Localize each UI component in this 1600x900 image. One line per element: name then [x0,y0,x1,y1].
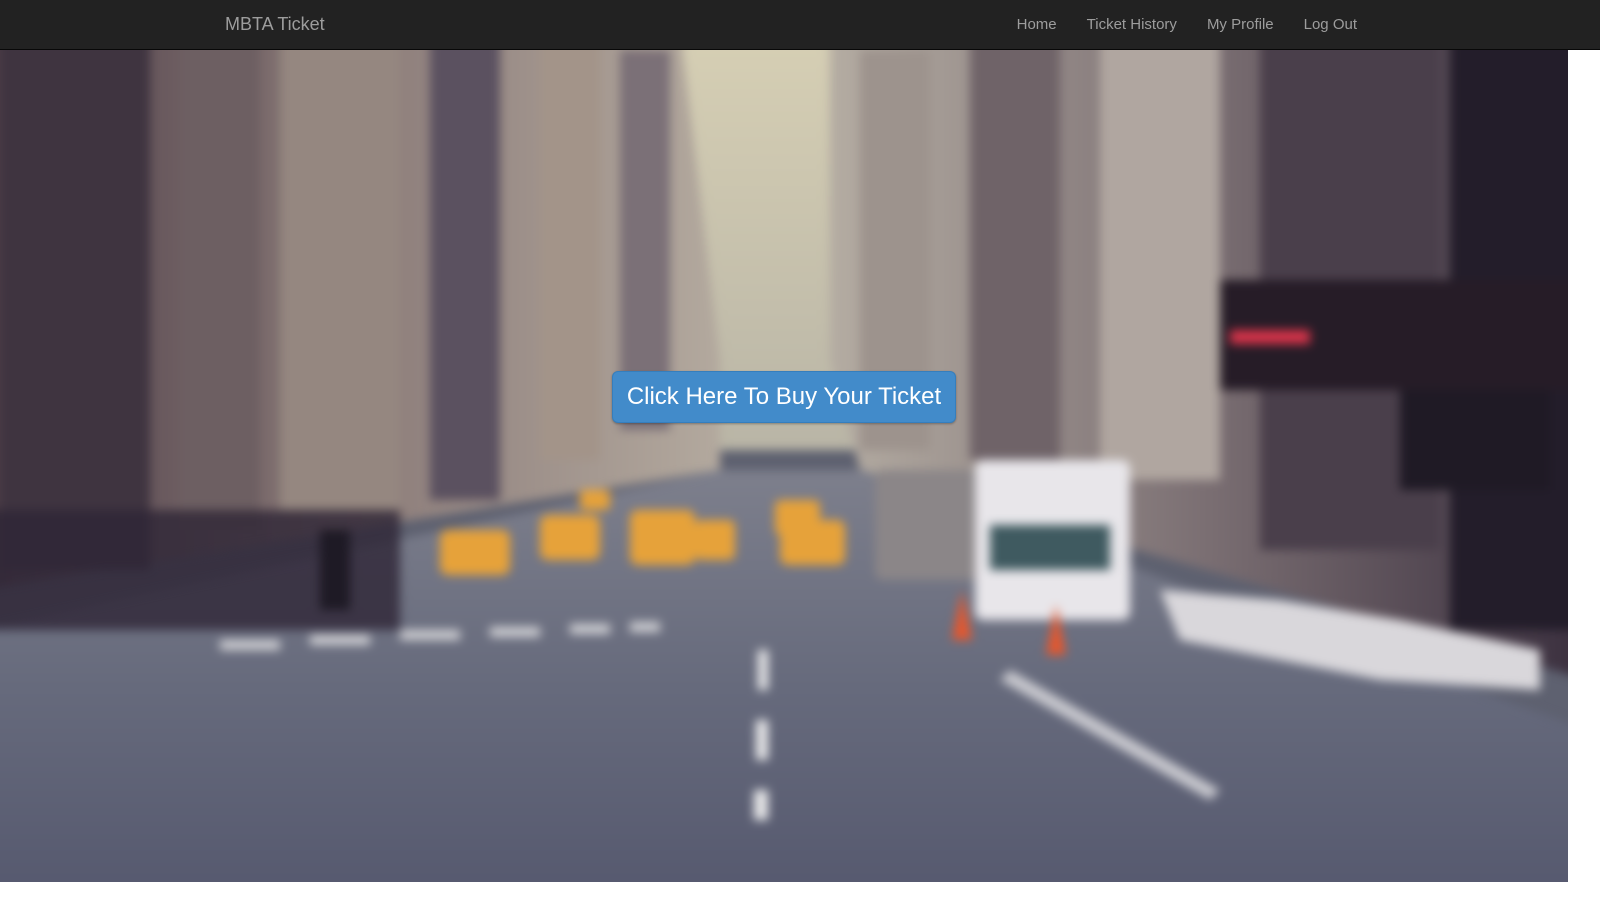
page-scrollbar-area [1568,50,1600,900]
nav-my-profile-link[interactable]: My Profile [1207,0,1274,49]
buy-ticket-button[interactable]: Click Here To Buy Your Ticket [612,371,956,423]
brand-link[interactable]: MBTA Ticket [225,0,325,49]
page-bottom-strip [0,882,1568,900]
city-street-background-image [0,50,1568,882]
nav-ticket-history-link[interactable]: Ticket History [1087,0,1177,49]
top-navbar: MBTA Ticket Home Ticket History My Profi… [0,0,1600,50]
nav-log-out-link[interactable]: Log Out [1304,0,1357,49]
nav-home-link[interactable]: Home [1017,0,1057,49]
nav-links: Home Ticket History My Profile Log Out [1017,0,1357,49]
hero-background: Click Here To Buy Your Ticket [0,50,1568,882]
